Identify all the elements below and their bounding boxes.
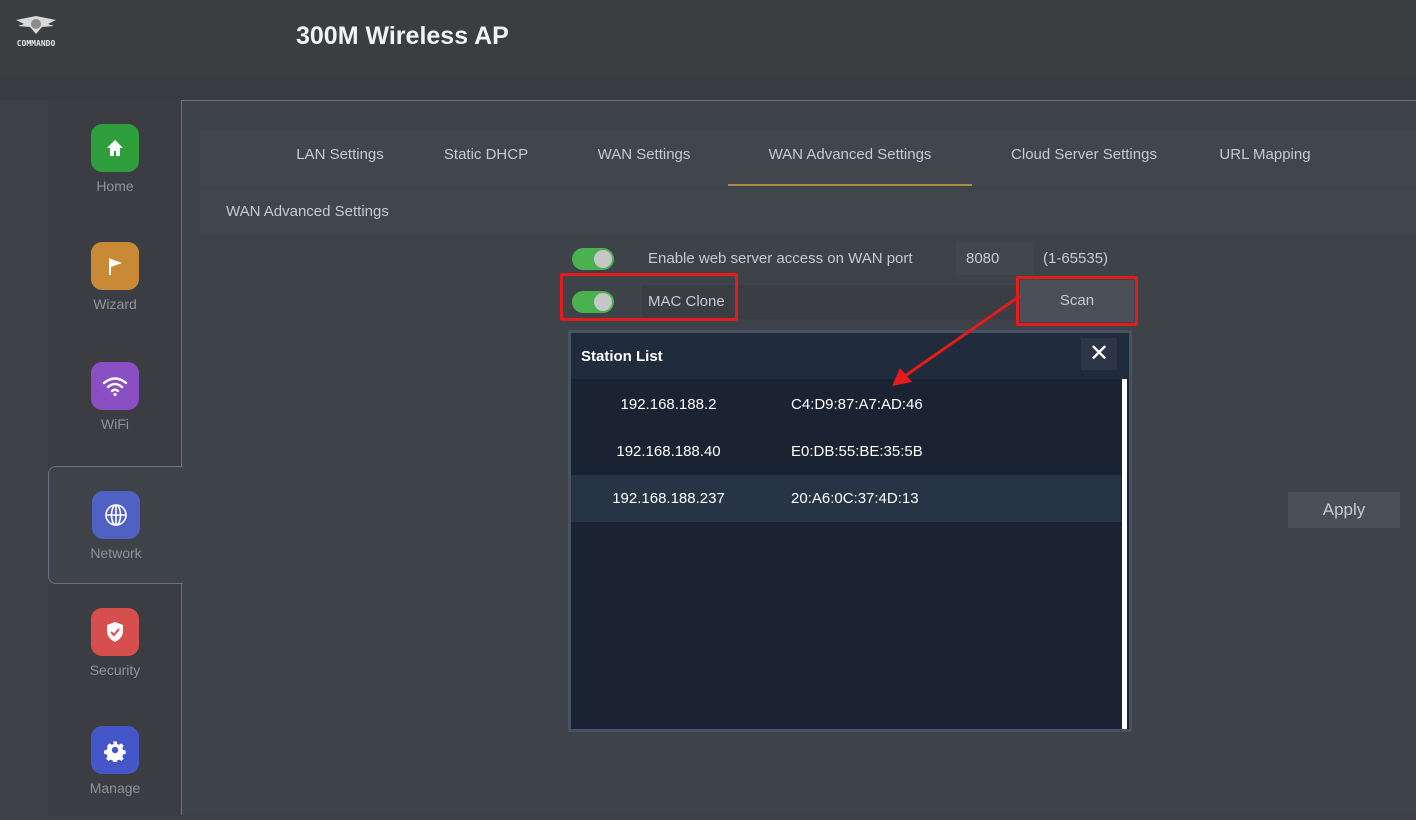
sidebar-item-wizard[interactable]: Wizard [48, 218, 182, 336]
tab-static-dhcp[interactable]: Static DHCP [426, 130, 546, 186]
web-access-label: Enable web server access on WAN port [648, 250, 913, 267]
station-ip: 192.168.188.237 [612, 490, 725, 507]
sidebar-item-label: Network [90, 545, 142, 561]
logo-text: COMMANDO [16, 39, 56, 48]
close-icon[interactable]: ✕ [1081, 338, 1117, 370]
sidebar-item-manage[interactable]: Manage [48, 702, 182, 820]
tab-wan-settings[interactable]: WAN Settings [578, 130, 710, 186]
header-band [0, 76, 1416, 100]
web-access-toggle[interactable] [572, 248, 614, 270]
dialog-scrollbar[interactable] [1122, 379, 1127, 729]
dialog-header: Station List ✕ [571, 333, 1129, 379]
tab-wan-advanced-settings[interactable]: WAN Advanced Settings [728, 130, 972, 186]
sidebar-item-security[interactable]: Security [48, 584, 182, 702]
sidebar-item-home[interactable]: Home [48, 100, 182, 218]
sidebar-item-label: Manage [89, 780, 141, 796]
tab-url-mapping[interactable]: URL Mapping [1200, 130, 1330, 186]
wan-port-input[interactable] [956, 241, 1034, 275]
gear-icon [91, 726, 139, 774]
globe-icon [92, 491, 140, 539]
port-range-hint: (1-65535) [1043, 250, 1109, 267]
station-mac: E0:DB:55:BE:35:5B [791, 443, 923, 460]
apply-button[interactable]: Apply [1288, 492, 1400, 528]
tab-cloud-server-settings[interactable]: Cloud Server Settings [986, 130, 1182, 186]
station-row[interactable]: 192.168.188.40 E0:DB:55:BE:35:5B [571, 428, 1121, 475]
commando-logo: COMMANDO [6, 12, 66, 52]
sidebar-item-label: Wizard [93, 296, 137, 312]
station-ip: 192.168.188.40 [616, 443, 721, 460]
station-row[interactable]: 192.168.188.237 20:A6:0C:37:4D:13 [571, 475, 1121, 522]
station-ip: 192.168.188.2 [620, 396, 717, 413]
section-header: WAN Advanced Settings [200, 190, 1416, 234]
annotation-arrow-icon [892, 294, 1021, 386]
tab-bar: LAN Settings Static DHCP WAN Settings WA… [200, 130, 1416, 186]
wifi-icon [91, 362, 139, 410]
station-list-dialog: Station List ✕ 192.168.188.2 C4:D9:87:A7… [568, 330, 1132, 732]
flag-icon [91, 242, 139, 290]
app-title: 300M Wireless AP [296, 22, 509, 50]
station-mac: 20:A6:0C:37:4D:13 [791, 490, 919, 507]
tab-lan-settings[interactable]: LAN Settings [272, 130, 408, 186]
dialog-title: Station List [581, 348, 663, 365]
sidebar-item-label: Security [89, 662, 141, 678]
shield-icon [91, 608, 139, 656]
sidebar-item-label: Home [96, 178, 134, 194]
top-bar: COMMANDO 300M Wireless AP [0, 0, 1416, 76]
sidebar-item-label: WiFi [101, 416, 129, 432]
home-icon [91, 124, 139, 172]
section-title: WAN Advanced Settings [226, 203, 389, 220]
winged-logo-icon [16, 16, 56, 34]
annotation-box-mac-clone [560, 273, 738, 321]
sidebar-item-wifi[interactable]: WiFi [48, 338, 182, 456]
sidebar-item-network[interactable]: Network [48, 466, 183, 584]
